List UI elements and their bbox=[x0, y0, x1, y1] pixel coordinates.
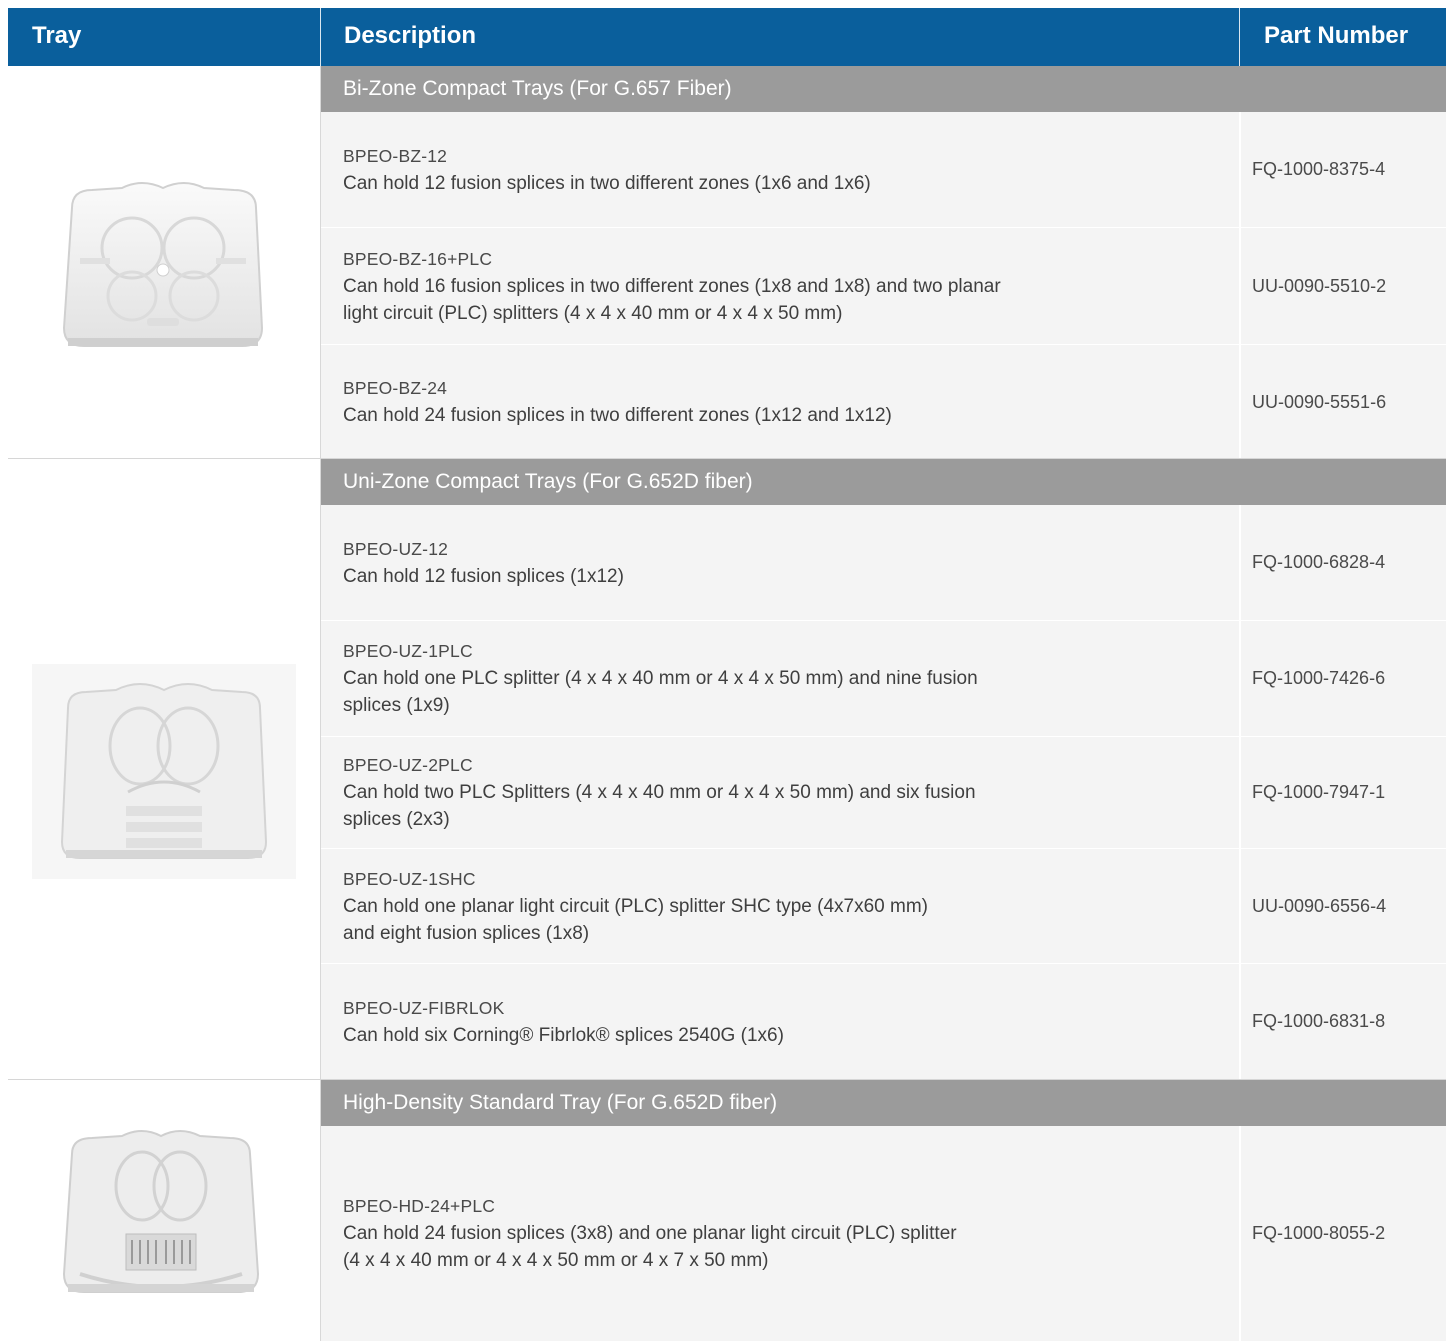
group-title-band: High-Density Standard Tray (For G.652D f… bbox=[321, 1080, 1446, 1126]
table-row: BPEO-UZ-1SHC Can hold one planar light c… bbox=[321, 849, 1446, 964]
product-code: BPEO-UZ-2PLC bbox=[343, 755, 473, 775]
tray-image-cell bbox=[8, 459, 321, 1079]
product-description: Can hold two PLC Splitters (4 x 4 x 40 m… bbox=[343, 782, 976, 803]
uni-zone-tray-icon bbox=[32, 664, 296, 879]
product-description: Can hold 12 fusion splices (1x12) bbox=[343, 565, 624, 587]
product-description: Can hold 24 fusion splices in two differ… bbox=[343, 405, 892, 426]
part-number: FQ-1000-7426-6 bbox=[1252, 668, 1386, 688]
part-number: FQ-1000-8055-2 bbox=[1252, 1223, 1386, 1243]
group-title-band: Bi-Zone Compact Trays (For G.657 Fiber) bbox=[321, 66, 1446, 112]
tray-image-cell bbox=[8, 66, 321, 459]
table-row: BPEO-UZ-12 Can hold 12 fusion splices (1… bbox=[321, 505, 1446, 621]
header-part-number: Part Number bbox=[1264, 22, 1409, 49]
header-divider bbox=[1239, 8, 1240, 66]
product-code: BPEO-BZ-16+PLC bbox=[343, 248, 493, 269]
product-code: BPEO-UZ-1SHC bbox=[343, 868, 476, 889]
part-number: FQ-1000-7947-1 bbox=[1252, 782, 1386, 802]
group-title-band: Uni-Zone Compact Trays (For G.652D fiber… bbox=[321, 459, 1446, 505]
header-description: Description bbox=[344, 22, 477, 49]
part-number: FQ-1000-6831-8 bbox=[1252, 1011, 1386, 1031]
product-description: Can hold 16 fusion splices in two differ… bbox=[343, 275, 1001, 297]
product-code: BPEO-UZ-12 bbox=[343, 538, 449, 559]
table-row: BPEO-UZ-1PLC Can hold one PLC splitter (… bbox=[321, 621, 1446, 737]
product-description: and eight fusion splices (1x8) bbox=[343, 922, 590, 944]
bi-zone-tray-icon bbox=[62, 182, 264, 347]
high-density-tray-icon bbox=[62, 1130, 260, 1293]
part-number: UU-0090-6556-4 bbox=[1252, 895, 1387, 916]
table-row: BPEO-BZ-16+PLC Can hold 16 fusion splice… bbox=[321, 228, 1446, 345]
part-number: FQ-1000-6828-4 bbox=[1252, 552, 1386, 572]
product-code: BPEO-BZ-12 bbox=[343, 145, 448, 166]
product-description: Can hold six Corning® Fibrlok® splices 2… bbox=[343, 1024, 784, 1046]
group-bi-zone: Bi-Zone Compact Trays (For G.657 Fiber) … bbox=[8, 66, 1446, 460]
product-code: BPEO-UZ-1PLC bbox=[343, 641, 473, 661]
table-row: BPEO-BZ-24 Can hold 24 fusion splices in… bbox=[321, 345, 1446, 460]
table-row: BPEO-BZ-12 Can hold 12 fusion splices in… bbox=[321, 112, 1446, 228]
table-row: BPEO-HD-24+PLC Can hold 24 fusion splice… bbox=[321, 1126, 1446, 1342]
table-header: Tray Description Part Number bbox=[8, 8, 1446, 66]
header-tray: Tray bbox=[32, 22, 82, 49]
product-description: light circuit (PLC) splitters (4 x 4 x 4… bbox=[343, 302, 843, 324]
product-description: splices (2x3) bbox=[343, 809, 450, 830]
table-row: BPEO-UZ-2PLC Can hold two PLC Splitters … bbox=[321, 737, 1446, 849]
product-description: splices (1x9) bbox=[343, 695, 450, 716]
product-description: Can hold 12 fusion splices in two differ… bbox=[343, 172, 871, 194]
part-number: FQ-1000-8375-4 bbox=[1252, 159, 1386, 179]
product-code: BPEO-HD-24+PLC bbox=[343, 1196, 496, 1216]
product-code: BPEO-UZ-FIBRLOK bbox=[343, 997, 505, 1018]
product-description: Can hold 24 fusion splices (3x8) and one… bbox=[343, 1223, 957, 1244]
part-number: UU-0090-5551-6 bbox=[1252, 391, 1387, 412]
tray-image-cell bbox=[8, 1080, 321, 1341]
product-description: Can hold one PLC splitter (4 x 4 x 40 mm… bbox=[343, 668, 978, 689]
product-table: Tray Description Part Number Bi-Zone Com… bbox=[8, 8, 1446, 1342]
table-row: BPEO-UZ-FIBRLOK Can hold six Corning® Fi… bbox=[321, 964, 1446, 1080]
product-description: Can hold one planar light circuit (PLC) … bbox=[343, 895, 929, 917]
group-high-density: High-Density Standard Tray (For G.652D f… bbox=[8, 1080, 1446, 1342]
product-description: (4 x 4 x 40 mm or 4 x 4 x 50 mm or 4 x 7… bbox=[343, 1250, 769, 1271]
header-divider bbox=[320, 8, 321, 66]
group-uni-zone: Uni-Zone Compact Trays (For G.652D fiber… bbox=[8, 459, 1446, 1080]
product-code: BPEO-BZ-24 bbox=[343, 378, 448, 398]
part-number: UU-0090-5510-2 bbox=[1252, 275, 1387, 296]
